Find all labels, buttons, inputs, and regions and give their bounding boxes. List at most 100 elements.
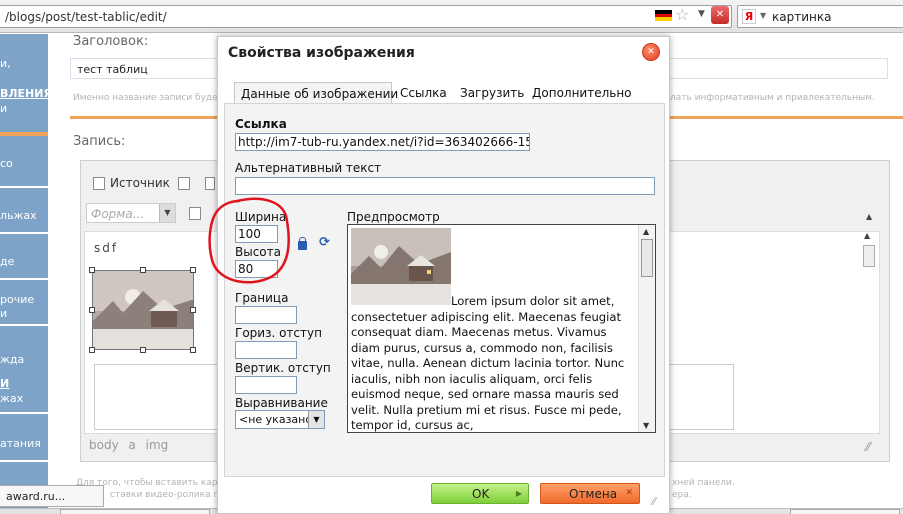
arrow-right-icon: ▶ xyxy=(515,489,522,498)
status-tooltip: award.ru... xyxy=(0,485,104,507)
hspace-input[interactable] xyxy=(235,341,297,359)
image-icon[interactable] xyxy=(189,207,201,220)
sidebar-divider xyxy=(0,278,48,280)
url-input[interactable]: http://im7-tub-ru.yandex.net/i?id=363402… xyxy=(235,133,530,151)
align-label: Выравнивание xyxy=(235,396,328,410)
search-engine-dropdown-icon[interactable]: ▼ xyxy=(760,11,766,20)
scroll-down-icon[interactable]: ▼ xyxy=(643,421,649,430)
annotation-circle xyxy=(208,197,290,284)
tab-link[interactable]: Ссылка xyxy=(394,82,454,104)
preview-label: Предпросмотр xyxy=(347,210,440,224)
inserted-image[interactable] xyxy=(92,270,194,350)
chevron-down-icon[interactable]: ▼ xyxy=(698,9,705,19)
bottom-tab[interactable] xyxy=(60,509,210,514)
ok-label: OK xyxy=(472,487,490,501)
bottom-hint-end: хней панели. xyxy=(672,478,735,488)
left-sidebar: и, ВЛЕНИЯ и со льжах де рочие и жда И жа… xyxy=(0,34,52,514)
reset-size-icon[interactable]: ⟳ xyxy=(319,235,330,250)
title-value: тест таблиц xyxy=(77,63,148,76)
sidebar-item[interactable]: и xyxy=(0,101,48,116)
lock-ratio-icon[interactable] xyxy=(298,237,307,250)
vspace-input[interactable] xyxy=(235,376,297,394)
tab-advanced[interactable]: Дополнительно xyxy=(526,82,632,104)
sidebar-item[interactable]: ВЛЕНИЯ xyxy=(0,86,52,101)
search-box[interactable]: Я ▼ картинка xyxy=(737,5,903,28)
resize-grip-icon[interactable]: ⁄⁄ xyxy=(652,495,656,508)
bookmark-star-icon[interactable]: ☆ xyxy=(675,5,689,24)
resize-grip-icon[interactable]: ⁄⁄ xyxy=(866,440,870,454)
bottom-hint-end: ера. xyxy=(672,490,692,500)
close-button[interactable]: ✕ xyxy=(642,43,660,61)
url-text: /blogs/post/test-tablic/edit/ xyxy=(5,10,167,24)
winter-landscape-image xyxy=(93,271,193,349)
chevron-down-icon[interactable]: ▼ xyxy=(159,204,175,222)
resize-handle[interactable] xyxy=(140,267,146,273)
source-icon[interactable] xyxy=(93,177,105,190)
address-bar[interactable]: /blogs/post/test-tablic/edit/ xyxy=(0,5,732,28)
tab-image-info[interactable]: Данные об изображении xyxy=(234,82,398,104)
status-text: award.ru... xyxy=(6,490,66,503)
bottom-tab[interactable] xyxy=(790,509,900,514)
resize-handle[interactable] xyxy=(190,267,196,273)
format-select[interactable]: Форма... ▼ xyxy=(86,203,176,223)
resize-handle[interactable] xyxy=(190,307,196,313)
cancel-label: Отмена xyxy=(569,487,618,501)
border-label: Граница xyxy=(235,291,289,305)
url-label: Ссылка xyxy=(235,117,287,131)
sidebar-item[interactable]: жах xyxy=(0,391,48,406)
sidebar-divider xyxy=(0,186,48,188)
sidebar-divider xyxy=(0,460,48,462)
dialog-title: Свойства изображения xyxy=(228,45,415,61)
border-input[interactable] xyxy=(235,306,297,324)
sidebar-divider xyxy=(0,132,48,136)
sidebar-divider xyxy=(0,324,48,326)
resize-handle[interactable] xyxy=(89,267,95,273)
yandex-icon[interactable]: Я xyxy=(742,9,756,24)
preview-text: Lorem ipsum dolor sit amet, consectetuer… xyxy=(351,294,625,432)
hspace-label: Гориз. отступ xyxy=(235,326,322,340)
sidebar-divider xyxy=(0,232,48,234)
template-icon[interactable] xyxy=(205,177,215,190)
scrollbar-thumb[interactable] xyxy=(641,239,653,277)
sidebar-item[interactable]: и xyxy=(0,306,48,321)
stop-icon[interactable]: ✕ xyxy=(711,6,729,24)
german-flag-icon[interactable] xyxy=(655,10,672,21)
alt-text-input[interactable] xyxy=(235,177,655,195)
source-button[interactable]: Источник xyxy=(110,176,170,190)
editor-scrollbar[interactable]: ▲ xyxy=(862,231,876,435)
vspace-label: Вертик. отступ xyxy=(235,361,331,375)
preview-icon[interactable] xyxy=(178,177,190,190)
sidebar-item[interactable]: и, xyxy=(0,56,48,71)
tab-upload[interactable]: Загрузить xyxy=(454,82,524,104)
sidebar-item[interactable]: льжах xyxy=(0,208,48,223)
element-path[interactable]: body a img xyxy=(89,438,168,452)
preview-pane[interactable]: Lorem ipsum dolor sit amet, consectetuer… xyxy=(347,224,656,433)
scrollbar-thumb[interactable] xyxy=(863,245,875,267)
sidebar-item[interactable]: атания xyxy=(0,436,48,451)
resize-handle[interactable] xyxy=(89,307,95,313)
browser-toolbar: /blogs/post/test-tablic/edit/ ☆ ▼ ✕ Я ▼ … xyxy=(0,0,903,33)
chevron-down-icon[interactable]: ▼ xyxy=(308,411,324,428)
sidebar-item[interactable]: жда xyxy=(0,352,48,367)
sidebar-item[interactable]: де xyxy=(0,254,48,269)
align-select[interactable]: <не указано> ▼ xyxy=(235,410,325,429)
resize-handle[interactable] xyxy=(89,347,95,353)
sidebar-divider xyxy=(0,412,48,414)
sidebar-item[interactable]: со xyxy=(0,156,48,171)
cancel-button[interactable]: Отмена ✕ xyxy=(540,483,640,504)
scroll-up-icon[interactable]: ▲ xyxy=(643,227,649,236)
editor-text: sdf xyxy=(94,241,119,255)
preview-scrollbar[interactable]: ▲ ▼ xyxy=(638,225,655,432)
ok-button[interactable]: OK ▶ xyxy=(431,483,529,504)
resize-handle[interactable] xyxy=(140,347,146,353)
entry-label: Запись: xyxy=(73,134,126,149)
sidebar-item[interactable]: рочие xyxy=(0,292,48,307)
resize-handle[interactable] xyxy=(190,347,196,353)
alt-text-label: Альтернативный текст xyxy=(235,161,382,175)
scroll-up-icon[interactable]: ▲ xyxy=(866,212,872,221)
close-icon: ✕ xyxy=(625,488,633,498)
scroll-up-icon[interactable]: ▲ xyxy=(864,231,870,240)
title-label: Заголовок: xyxy=(73,34,149,49)
sidebar-item[interactable]: И xyxy=(0,376,48,391)
tab-panel: Ссылка http://im7-tub-ru.yandex.net/i?id… xyxy=(224,103,665,477)
